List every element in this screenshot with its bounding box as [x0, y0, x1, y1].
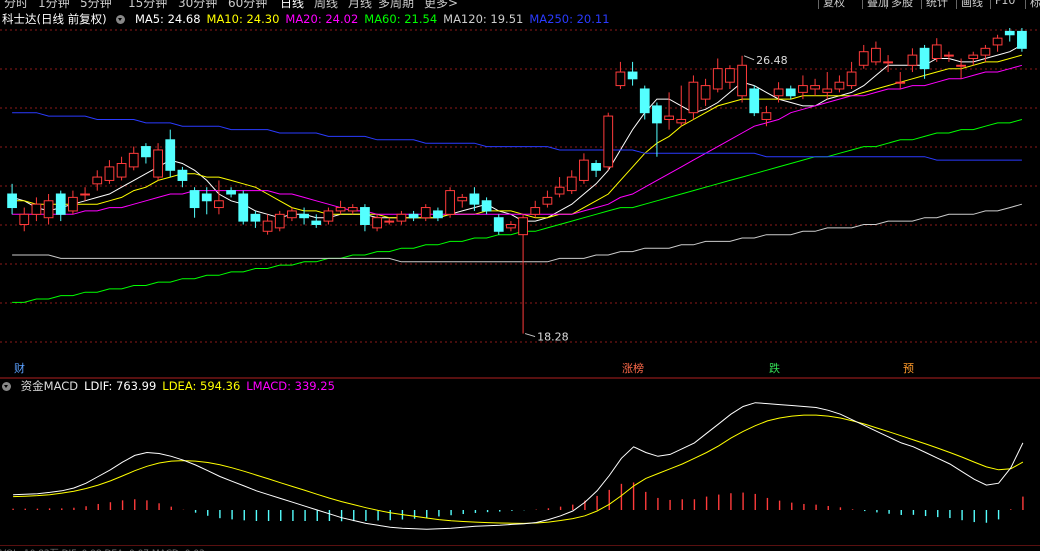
candle: [822, 88, 833, 93]
candle: [55, 193, 66, 215]
low-pointer: [524, 333, 536, 338]
candle: [968, 54, 979, 59]
candle: [919, 47, 930, 70]
candle: [895, 81, 906, 84]
candle: [700, 85, 711, 100]
candle: [396, 213, 407, 222]
candle: [725, 68, 735, 83]
candle: [944, 54, 954, 57]
candle: [19, 213, 30, 225]
candle: [798, 85, 808, 93]
candle: [92, 176, 103, 185]
candle: [31, 203, 42, 215]
candle: [43, 200, 54, 219]
candle: [360, 207, 370, 225]
candle: [883, 61, 893, 64]
candle: [785, 88, 796, 97]
candle: [420, 207, 431, 219]
candle: [80, 193, 90, 196]
candle: [871, 47, 881, 63]
candle: [639, 88, 650, 114]
candle: [1004, 30, 1015, 36]
candle: [591, 163, 601, 171]
candle: [907, 54, 918, 66]
candle: [469, 193, 480, 205]
candle: [347, 207, 358, 212]
candle: [652, 105, 662, 124]
macd-dea-line: [13, 414, 1024, 524]
candle: [433, 210, 443, 219]
ma-line-ma250: [12, 112, 1022, 161]
candle: [518, 217, 528, 236]
high-pointer: [743, 55, 755, 61]
candle: [615, 71, 626, 87]
candle: [761, 112, 772, 120]
candle: [554, 186, 565, 195]
candle: [712, 68, 723, 90]
low-price-label: 18.28: [537, 331, 569, 344]
candle: [201, 193, 212, 202]
candle: [214, 200, 224, 209]
candle: [274, 213, 285, 229]
kline-chart[interactable]: 26.48 18.28: [0, 0, 1040, 546]
high-price-label: 26.48: [756, 54, 788, 67]
candle: [238, 193, 249, 222]
bottom-indicator-strip: VOL: 10.82万 DIF: 0.08 DEA: 0.07 MACD: 0.…: [0, 546, 1040, 551]
candle: [372, 217, 382, 229]
candle: [128, 152, 139, 168]
candle: [834, 81, 845, 90]
candle: [311, 220, 322, 225]
ma-line-ma20: [12, 64, 1023, 215]
candle: [603, 115, 614, 168]
candle: [323, 210, 334, 222]
candle: [226, 190, 236, 195]
candle: [579, 159, 589, 181]
candle: [165, 139, 176, 171]
candle: [773, 88, 784, 97]
candle: [506, 223, 516, 229]
candle: [749, 88, 760, 114]
ma-line-ma5: [11, 44, 1023, 222]
candle: [262, 220, 273, 232]
candle: [846, 71, 857, 87]
candle: [688, 81, 699, 114]
candle: [810, 85, 820, 90]
candle: [956, 64, 966, 67]
candle: [141, 146, 151, 158]
candle: [457, 196, 468, 202]
candle: [250, 213, 261, 222]
candle: [542, 196, 553, 205]
candle: [566, 176, 577, 192]
candle: [299, 213, 309, 219]
candle: [335, 207, 346, 212]
candle: [408, 213, 419, 219]
macd-dif-line: [13, 402, 1024, 530]
candle: [664, 115, 674, 120]
candle: [481, 200, 492, 212]
candle: [493, 217, 504, 232]
candle: [445, 190, 455, 215]
candle: [287, 210, 297, 219]
candle: [627, 71, 638, 80]
candle: [676, 118, 687, 124]
candle: [931, 44, 942, 59]
candle: [116, 163, 127, 178]
candle: [992, 37, 1003, 46]
candle: [384, 220, 395, 223]
candle: [177, 169, 188, 181]
candle: [530, 207, 541, 215]
candle: [737, 64, 747, 97]
candle: [153, 149, 163, 178]
candle: [1017, 30, 1027, 49]
candle: [189, 190, 200, 209]
candle: [7, 193, 17, 209]
candle: [104, 166, 115, 181]
candle: [858, 51, 869, 66]
candle: [980, 47, 991, 56]
candle: [68, 196, 78, 212]
